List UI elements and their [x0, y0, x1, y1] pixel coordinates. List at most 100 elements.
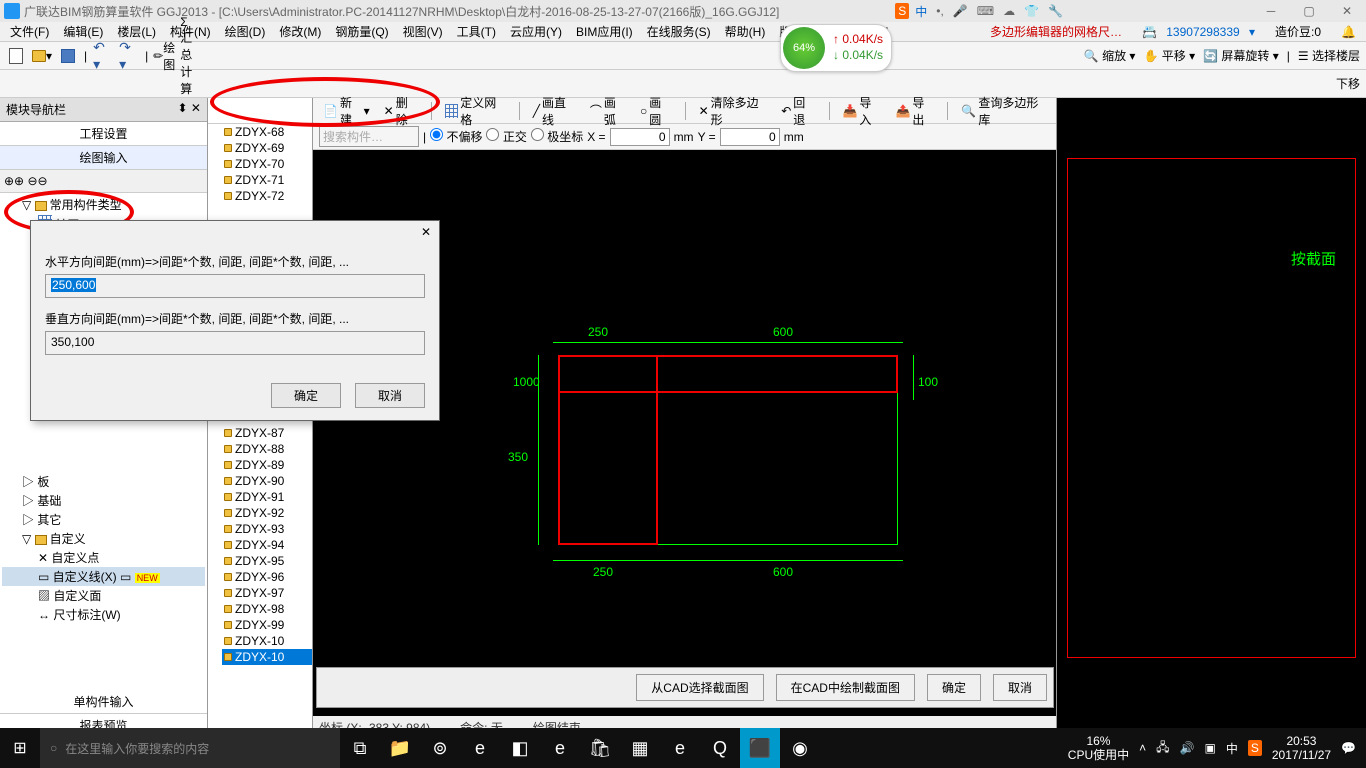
polygon-editor-label[interactable]: 多边形编辑器的网格尺…	[984, 21, 1128, 42]
menu-online[interactable]: 在线服务(S)	[641, 21, 717, 42]
cad-select-button[interactable]: 从CAD选择截面图	[636, 674, 763, 701]
tray-ime[interactable]: 中	[1226, 740, 1238, 757]
save-button[interactable]	[58, 46, 78, 66]
dialog-ok-button[interactable]: 确定	[271, 383, 341, 408]
move-down-button[interactable]: 下移	[1336, 75, 1360, 92]
list-item[interactable]: ZDYX-68	[222, 124, 312, 140]
collapse-icon[interactable]: ⊖⊖	[27, 174, 47, 188]
redo-button[interactable]: ↷ ▾	[119, 46, 139, 66]
list-item[interactable]: ZDYX-94	[222, 537, 312, 553]
ime-wrench-icon[interactable]: 🔧	[1045, 3, 1066, 19]
dialog-cancel-button[interactable]: 取消	[355, 383, 425, 408]
list-item[interactable]: ZDYX-70	[222, 156, 312, 172]
list-item[interactable]: ZDYX-93	[222, 521, 312, 537]
tree-zdyx[interactable]: ▭ 自定义线(X) ▭ NEW	[2, 567, 205, 586]
list-item[interactable]: ZDYX-95	[222, 553, 312, 569]
radio-ortho[interactable]: 正交	[486, 128, 526, 145]
ok-button[interactable]: 确定	[927, 674, 981, 701]
zoom-button[interactable]: 🔍 缩放 ▾	[1084, 47, 1136, 64]
project-settings-tab[interactable]: 工程设置	[0, 122, 207, 146]
notification-icon[interactable]: 💬	[1341, 741, 1356, 755]
taskview-icon[interactable]: ⧉	[340, 728, 380, 768]
select-floor-button[interactable]: ☰ 选择楼层	[1298, 47, 1360, 64]
list-item-selected[interactable]: ZDYX-10	[222, 649, 312, 665]
close-button[interactable]: ✕	[1332, 4, 1362, 18]
clock[interactable]: 20:532017/11/27	[1272, 734, 1331, 763]
tree-jichu[interactable]: ▷ 基础	[2, 491, 205, 510]
app-icon-3[interactable]: ◧	[500, 728, 540, 768]
cad-draw-button[interactable]: 在CAD中绘制截面图	[776, 674, 915, 701]
app-icon-6[interactable]: ◉	[780, 728, 820, 768]
rotate-button[interactable]: 🔄 屏幕旋转 ▾	[1203, 47, 1279, 64]
menu-help[interactable]: 帮助(H)	[719, 21, 772, 42]
draw-input-tab[interactable]: 绘图输入	[0, 146, 207, 170]
list-item[interactable]: ZDYX-71	[222, 172, 312, 188]
vertical-input[interactable]: 350,100	[45, 331, 425, 355]
single-component-tab[interactable]: 单构件输入	[0, 690, 207, 714]
ime-mic-icon[interactable]: 🎤	[950, 3, 971, 19]
ggj-icon[interactable]: ⬛	[740, 728, 780, 768]
list-item[interactable]: ZDYX-88	[222, 441, 312, 457]
tray-net-icon[interactable]: 🖧	[1156, 738, 1169, 759]
list-item[interactable]: ZDYX-87	[222, 425, 312, 441]
tree-zdym[interactable]: ▨ 自定义面	[2, 586, 205, 605]
tree-common[interactable]: ▽ 常用构件类型	[2, 195, 205, 214]
tree-ccbz[interactable]: ↔ 尺寸标注(W)	[2, 605, 205, 624]
tray-icon[interactable]: ▣	[1205, 741, 1216, 755]
menu-file[interactable]: 文件(F)	[4, 21, 55, 42]
bell-icon[interactable]: 🔔	[1335, 23, 1362, 41]
radio-polar[interactable]: 极坐标	[531, 128, 583, 145]
edge2-icon[interactable]: e	[540, 728, 580, 768]
menu-view[interactable]: 视图(V)	[397, 21, 449, 42]
x-input[interactable]	[610, 128, 670, 146]
tree-zdyd[interactable]: ✕ 自定义点	[2, 548, 205, 567]
list-item[interactable]: ZDYX-72	[222, 188, 312, 204]
menu-modify[interactable]: 修改(M)	[273, 21, 327, 42]
open-file-button[interactable]: ▾	[32, 46, 52, 66]
ie-icon[interactable]: e	[660, 728, 700, 768]
expand-icon[interactable]: ⊕⊕	[4, 174, 24, 188]
store-icon[interactable]: 🛍	[580, 728, 620, 768]
sum-button[interactable]: Σ 汇总计算	[180, 46, 200, 66]
list-item[interactable]: ZDYX-90	[222, 473, 312, 489]
tray-sogou-icon[interactable]: S	[1248, 740, 1262, 756]
start-button[interactable]: ⊞	[0, 728, 40, 768]
minimize-button[interactable]: ─	[1256, 4, 1286, 18]
undo-button[interactable]: ↶ ▾	[93, 46, 113, 66]
app-icon-1[interactable]: 📁	[380, 728, 420, 768]
list-item[interactable]: ZDYX-99	[222, 617, 312, 633]
list-item[interactable]: ZDYX-96	[222, 569, 312, 585]
list-item[interactable]: ZDYX-89	[222, 457, 312, 473]
ime-cloud-icon[interactable]: ☁	[1000, 3, 1018, 19]
app-icon-2[interactable]: ⊚	[420, 728, 460, 768]
radio-offsetnone[interactable]: 不偏移	[430, 128, 482, 145]
edge-icon[interactable]: e	[460, 728, 500, 768]
y-input[interactable]	[720, 128, 780, 146]
dialog-close-button[interactable]: ✕	[421, 225, 431, 239]
app-icon-4[interactable]: ▦	[620, 728, 660, 768]
tree-qita[interactable]: ▷ 其它	[2, 510, 205, 529]
menu-bim[interactable]: BIM应用(I)	[570, 21, 639, 42]
ime-zhong[interactable]: 中	[912, 2, 930, 21]
draw-button[interactable]: ✏ 绘图	[154, 46, 174, 66]
search-component-input[interactable]: 搜索构件…	[319, 126, 419, 147]
list-item[interactable]: ZDYX-69	[222, 140, 312, 156]
menu-cloud[interactable]: 云应用(Y)	[504, 21, 568, 42]
network-speed-widget[interactable]: 64% ↑ 0.04K/s ↓ 0.04K/s	[780, 24, 892, 72]
maximize-button[interactable]: ▢	[1294, 4, 1324, 18]
tree-zidingyi[interactable]: ▽ 自定义	[2, 529, 205, 548]
tray-up-icon[interactable]: ˄	[1139, 741, 1146, 755]
menu-draw[interactable]: 绘图(D)	[219, 21, 272, 42]
ime-shirt-icon[interactable]: 👕	[1021, 3, 1042, 19]
user-phone[interactable]: 📇 13907298339 ▾	[1136, 23, 1261, 41]
list-item[interactable]: ZDYX-98	[222, 601, 312, 617]
menu-rebar[interactable]: 钢筋量(Q)	[329, 21, 394, 42]
horizontal-input[interactable]: 250,600	[45, 274, 425, 298]
ime-bar[interactable]: S 中 •, 🎤 ⌨ ☁ 👕 🔧	[895, 0, 1066, 22]
menu-tools[interactable]: 工具(T)	[451, 21, 502, 42]
cancel-button[interactable]: 取消	[993, 674, 1047, 701]
tray-vol-icon[interactable]: 🔊	[1180, 741, 1195, 755]
pan-button[interactable]: ✋ 平移 ▾	[1143, 47, 1195, 64]
nav-controls[interactable]: ⬍ ✕	[178, 101, 201, 118]
list-item[interactable]: ZDYX-10	[222, 633, 312, 649]
